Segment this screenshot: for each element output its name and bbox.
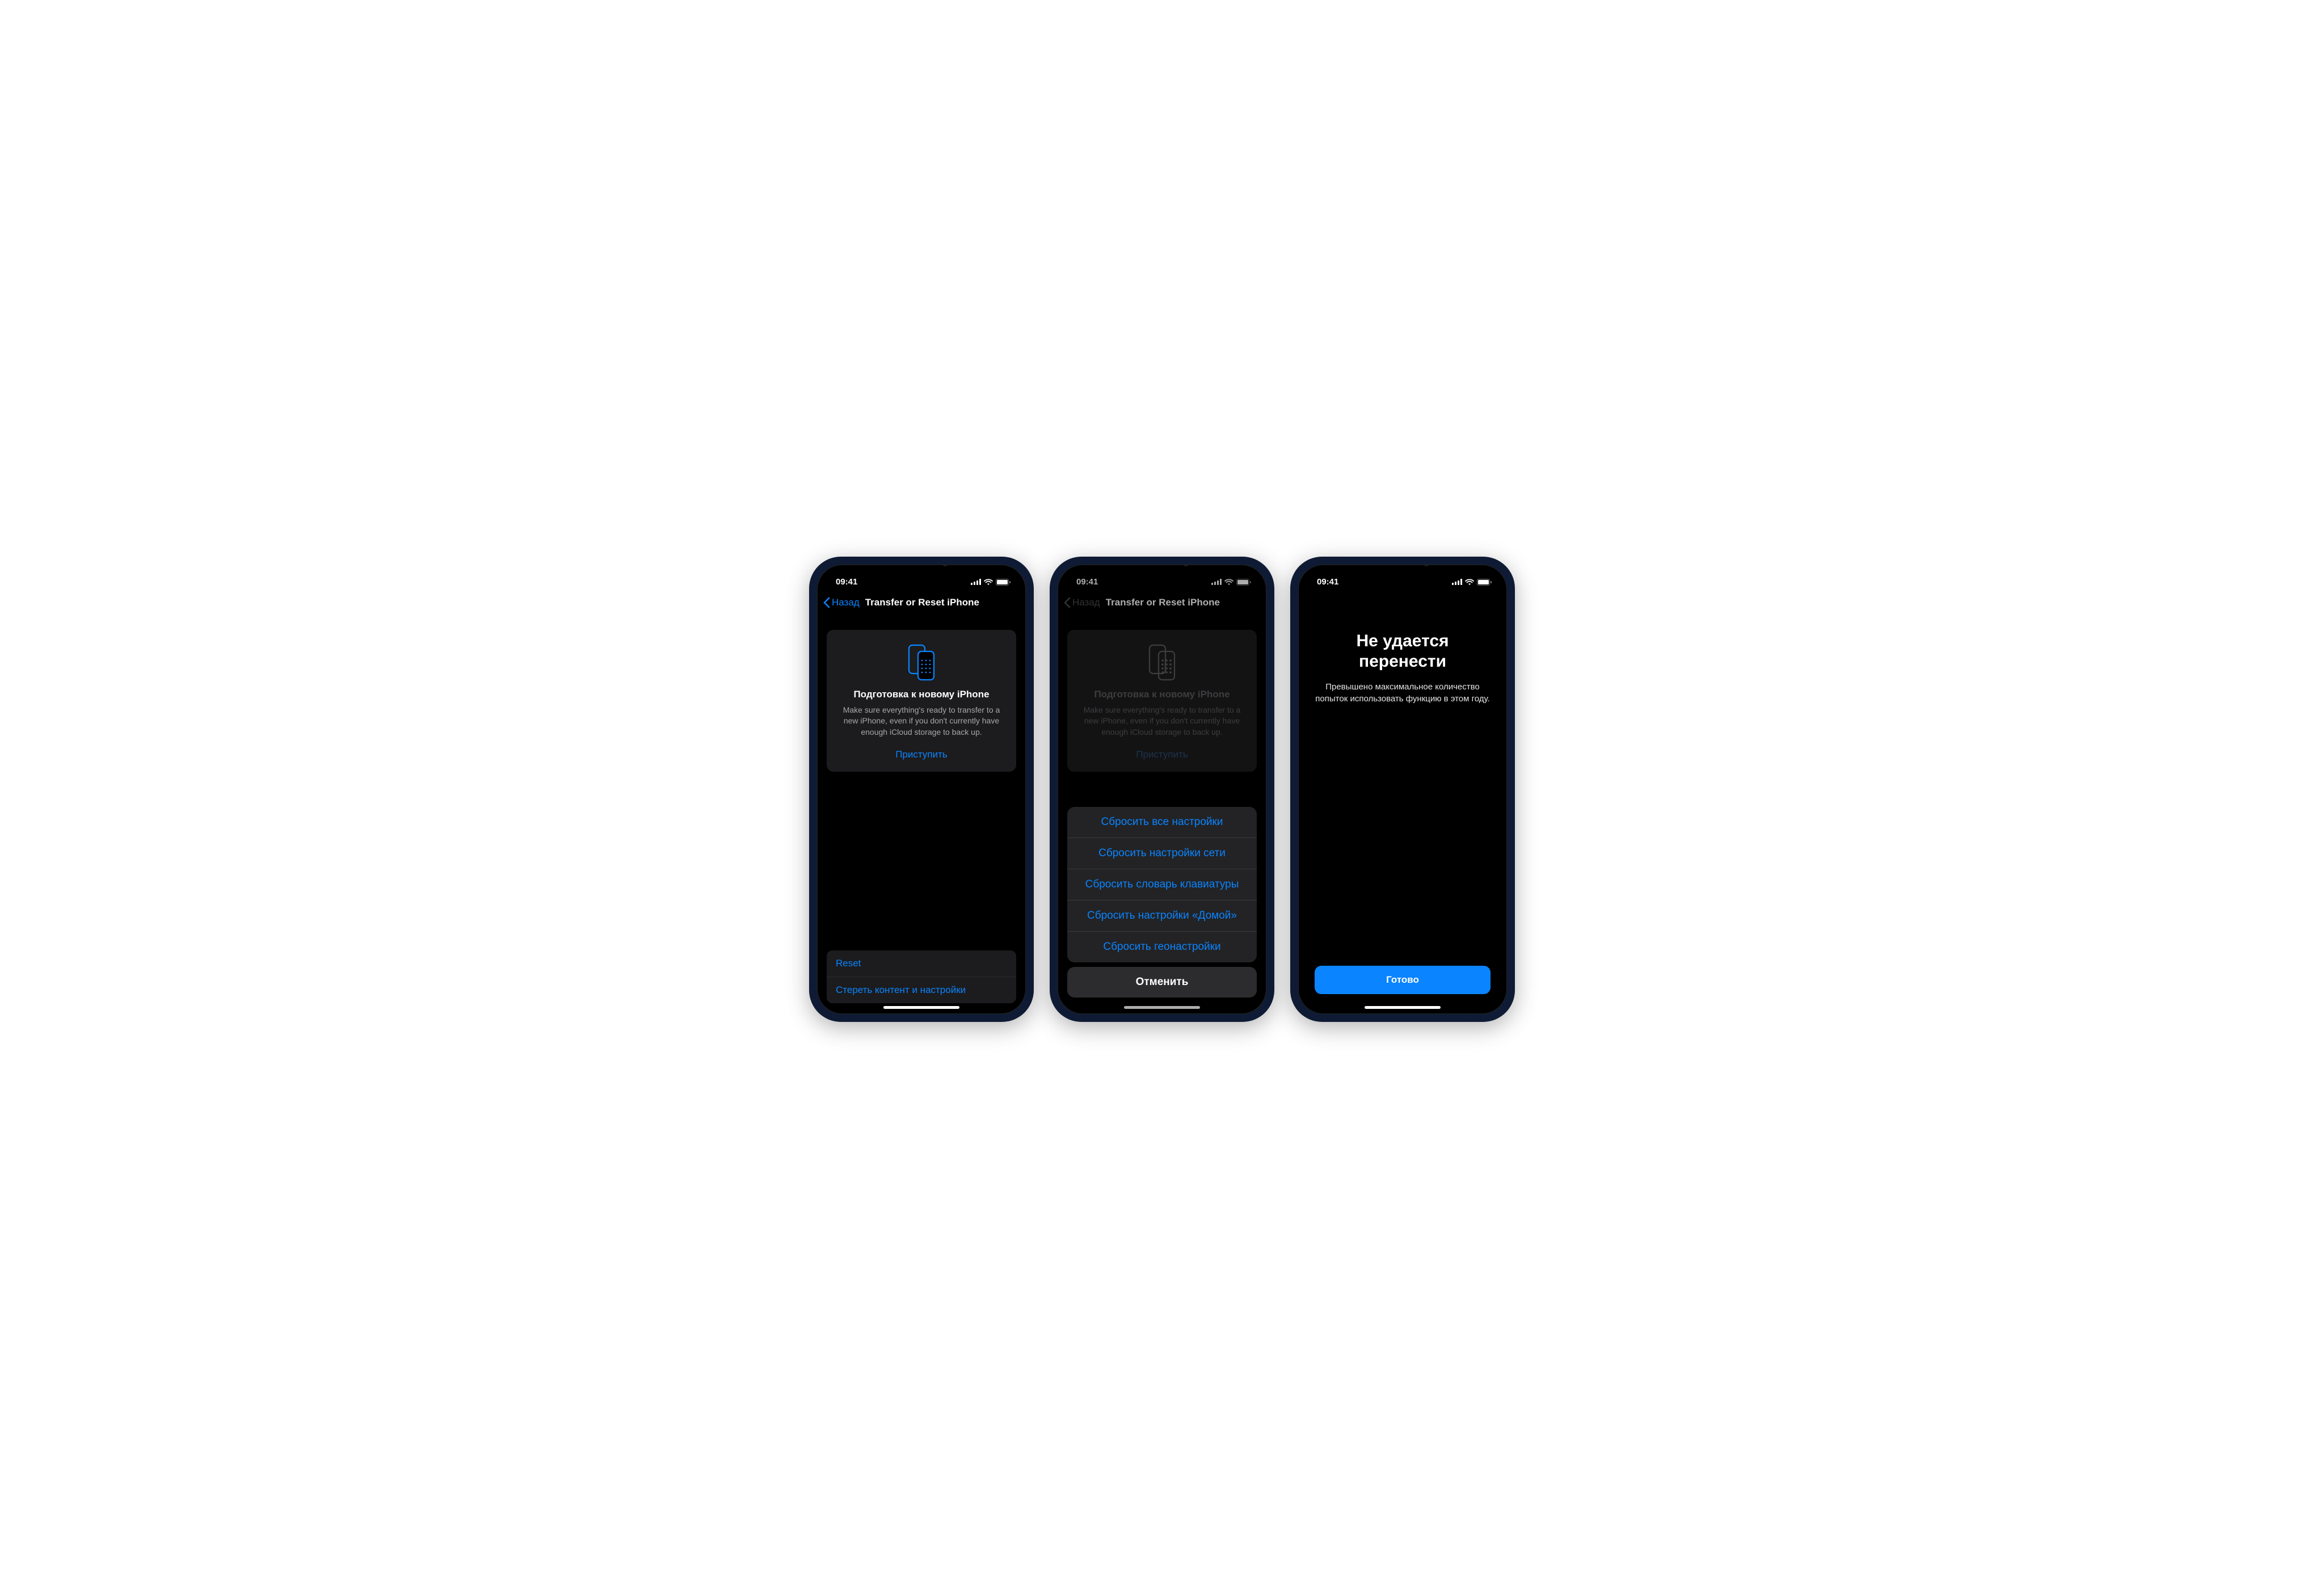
status-indicators bbox=[971, 579, 1011, 586]
back-button[interactable]: Назад bbox=[823, 597, 860, 608]
screen: 09:41 Не удается перенести Превышено мак… bbox=[1298, 565, 1507, 1014]
notch bbox=[876, 565, 967, 582]
screen: 09:41 Назад Transfer or Reset iPhone bbox=[1058, 565, 1266, 1014]
reset-home-screen[interactable]: Сбросить настройки «Домой» bbox=[1067, 900, 1257, 931]
reset-location-privacy[interactable]: Сбросить геонастройки bbox=[1067, 931, 1257, 962]
cellular-icon bbox=[971, 579, 981, 585]
prepare-body: Make sure everything's ready to transfer… bbox=[837, 705, 1006, 738]
prepare-card: Подготовка к новому iPhone Make sure eve… bbox=[827, 630, 1016, 772]
reset-row[interactable]: Reset bbox=[827, 950, 1016, 977]
prepare-title: Подготовка к новому iPhone bbox=[837, 689, 1006, 700]
notch bbox=[1117, 565, 1207, 582]
home-indicator[interactable] bbox=[1365, 1006, 1441, 1009]
screen: 09:41 Назад Transfer or Reset iPhone bbox=[817, 565, 1026, 1014]
reset-network-settings[interactable]: Сбросить настройки сети bbox=[1067, 838, 1257, 869]
status-time: 09:41 bbox=[836, 577, 857, 587]
notch bbox=[1357, 565, 1448, 582]
status-time: 09:41 bbox=[1317, 577, 1338, 587]
wifi-icon bbox=[984, 579, 993, 586]
phone-frame-2: 09:41 Назад Transfer or Reset iPhone bbox=[1050, 557, 1274, 1022]
nav-bar: Назад Transfer or Reset iPhone bbox=[818, 591, 1025, 613]
sheet-options: Сбросить все настройки Сбросить настройк… bbox=[1067, 807, 1257, 962]
nav-title: Transfer or Reset iPhone bbox=[865, 597, 1016, 608]
reset-action-sheet: Сбросить все настройки Сбросить настройк… bbox=[1067, 807, 1257, 998]
reset-keyboard-dictionary[interactable]: Сбросить словарь клавиатуры bbox=[1067, 869, 1257, 900]
get-started-button[interactable]: Приступить bbox=[837, 749, 1006, 760]
error-body: Превышено максимальное количество попыто… bbox=[1315, 681, 1491, 705]
reset-all-settings[interactable]: Сбросить все настройки bbox=[1067, 807, 1257, 838]
battery-icon bbox=[996, 579, 1011, 586]
cellular-icon bbox=[1452, 579, 1462, 585]
home-indicator[interactable] bbox=[883, 1006, 959, 1009]
back-label: Назад bbox=[832, 597, 860, 608]
options-list: Reset Стереть контент и настройки bbox=[827, 950, 1016, 1003]
battery-icon bbox=[1477, 579, 1492, 586]
done-button[interactable]: Готово bbox=[1315, 966, 1491, 994]
transfer-phones-icon bbox=[837, 643, 1006, 681]
chevron-left-icon bbox=[823, 597, 830, 608]
erase-row[interactable]: Стереть контент и настройки bbox=[827, 977, 1016, 1003]
cancel-button[interactable]: Отменить bbox=[1067, 967, 1257, 998]
error-modal: Не удается перенести Превышено максималь… bbox=[1299, 591, 1506, 1013]
phone-frame-3: 09:41 Не удается перенести Превышено мак… bbox=[1290, 557, 1515, 1022]
wifi-icon bbox=[1465, 579, 1474, 586]
status-indicators bbox=[1452, 579, 1492, 586]
error-title: Не удается перенести bbox=[1315, 631, 1491, 672]
phone-frame-1: 09:41 Назад Transfer or Reset iPhone bbox=[809, 557, 1034, 1022]
